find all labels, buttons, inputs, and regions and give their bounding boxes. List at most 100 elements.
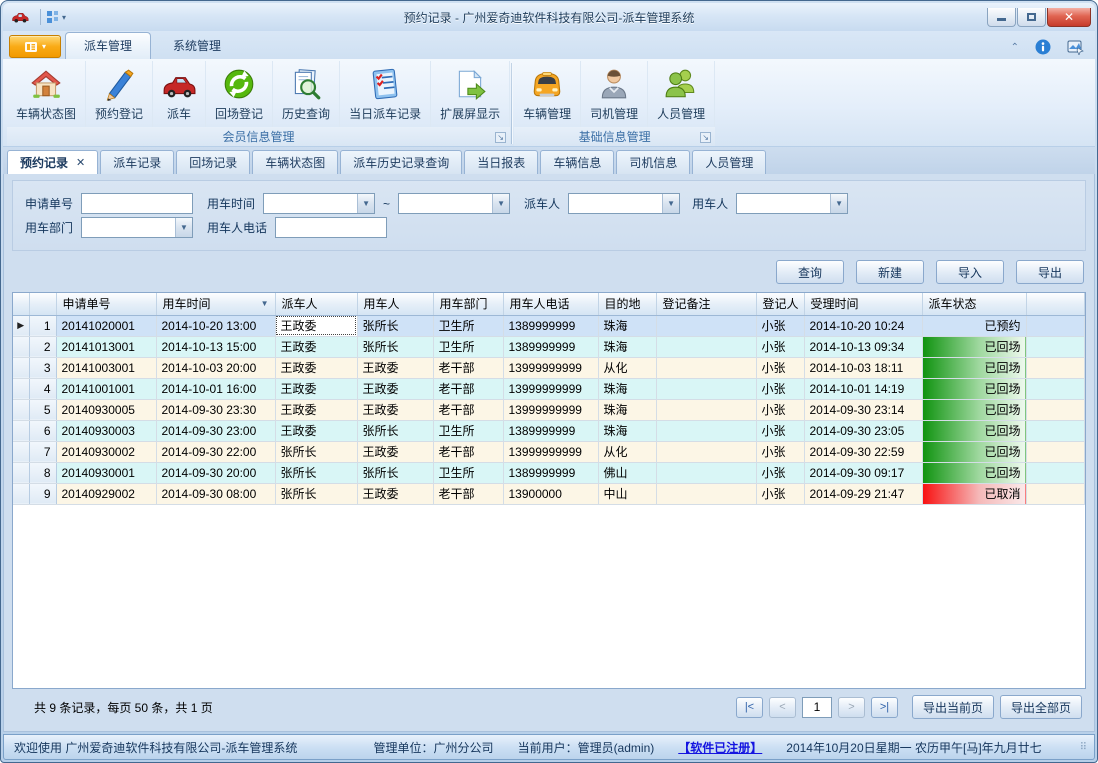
cell-user[interactable]: 张所长 [357, 462, 433, 483]
cell-remark[interactable] [656, 441, 756, 462]
cell-use-time[interactable]: 2014-09-30 23:00 [156, 420, 275, 441]
cell-phone[interactable]: 1389999999 [503, 336, 598, 357]
extended-screen-button[interactable]: 扩展屏显示 [431, 61, 510, 127]
cell-remark[interactable] [656, 420, 756, 441]
cell-order-no[interactable]: 20141001001 [56, 378, 156, 399]
cell-user[interactable]: 张所长 [357, 315, 433, 336]
cell-dept[interactable]: 卫生所 [433, 336, 503, 357]
cell-user[interactable]: 王政委 [357, 483, 433, 504]
cell-dispatcher[interactable]: 王政委 [275, 336, 357, 357]
cell-phone[interactable]: 13900000 [503, 483, 598, 504]
chevron-down-icon[interactable]: ▼ [662, 194, 679, 213]
chevron-down-icon[interactable]: ▼ [357, 194, 374, 213]
cell-dest[interactable]: 从化 [598, 357, 656, 378]
close-button[interactable]: ✕ [1047, 8, 1091, 27]
cell-user[interactable]: 张所长 [357, 420, 433, 441]
cell-registrar[interactable]: 小张 [756, 357, 804, 378]
cell-dispatcher[interactable]: 王政委 [275, 315, 357, 336]
document-tab-0[interactable]: 预约记录✕ [7, 150, 98, 174]
export-current-page-button[interactable]: 导出当前页 [912, 695, 994, 719]
cell-order-no[interactable]: 20141013001 [56, 336, 156, 357]
cell-use-time[interactable]: 2014-10-13 15:00 [156, 336, 275, 357]
return-register-button[interactable]: 回场登记 [206, 61, 273, 127]
cell-use-time[interactable]: 2014-09-30 22:00 [156, 441, 275, 462]
cell-user[interactable]: 张所长 [357, 336, 433, 357]
table-row[interactable]: 5201409300052014-09-30 23:30王政委王政委老干部139… [13, 399, 1085, 420]
cell-phone[interactable]: 1389999999 [503, 315, 598, 336]
cell-user[interactable]: 王政委 [357, 441, 433, 462]
cell-phone[interactable]: 1389999999 [503, 462, 598, 483]
cell-order-no[interactable]: 20140929002 [56, 483, 156, 504]
status-badge[interactable]: 已回场 [922, 378, 1026, 399]
cell-remark[interactable] [656, 399, 756, 420]
column-header-remark[interactable]: 登记备注 [656, 293, 756, 315]
status-badge[interactable]: 已回场 [922, 462, 1026, 483]
cell-user[interactable]: 王政委 [357, 399, 433, 420]
column-header-dispatcher[interactable]: 派车人 [275, 293, 357, 315]
cell-dept[interactable]: 老干部 [433, 378, 503, 399]
page-number-input[interactable] [802, 697, 832, 718]
cell-use-time[interactable]: 2014-09-30 20:00 [156, 462, 275, 483]
application-menu-button[interactable]: ▾ [9, 35, 61, 58]
document-tab-7[interactable]: 司机信息 [616, 150, 690, 174]
cell-order-no[interactable]: 20141020001 [56, 315, 156, 336]
status-badge[interactable]: 已预约 [922, 315, 1026, 336]
cell-dispatcher[interactable]: 王政委 [275, 378, 357, 399]
cell-order-no[interactable]: 20140930002 [56, 441, 156, 462]
new-button[interactable]: 新建 [856, 260, 924, 284]
cell-accept-time[interactable]: 2014-09-30 23:14 [804, 399, 922, 420]
minimize-button[interactable] [987, 8, 1016, 27]
chevron-down-icon[interactable]: ▼ [175, 218, 192, 237]
vehicle-manage-button[interactable]: 车辆管理 [514, 61, 581, 127]
export-button[interactable]: 导出 [1016, 260, 1084, 284]
cell-dept[interactable]: 卫生所 [433, 462, 503, 483]
export-all-pages-button[interactable]: 导出全部页 [1000, 695, 1082, 719]
table-row[interactable]: 8201409300012014-09-30 20:00张所长张所长卫生所138… [13, 462, 1085, 483]
status-badge[interactable]: 已回场 [922, 399, 1026, 420]
cell-dispatcher[interactable]: 王政委 [275, 399, 357, 420]
history-query-button[interactable]: 历史查询 [273, 61, 340, 127]
cell-use-time[interactable]: 2014-10-03 20:00 [156, 357, 275, 378]
cell-dest[interactable]: 珠海 [598, 336, 656, 357]
prev-page-button[interactable]: < [769, 697, 796, 718]
column-header-use-time[interactable]: 用车时间▼ [156, 293, 275, 315]
status-badge[interactable]: 已回场 [922, 357, 1026, 378]
dialog-launcher-icon[interactable]: ↘ [495, 132, 506, 143]
ribbon-tab-dispatch[interactable]: 派车管理 [65, 32, 151, 59]
cell-phone[interactable]: 13999999999 [503, 399, 598, 420]
query-button[interactable]: 查询 [776, 260, 844, 284]
cell-remark[interactable] [656, 336, 756, 357]
cell-dest[interactable]: 珠海 [598, 420, 656, 441]
column-header-user[interactable]: 用车人 [357, 293, 433, 315]
info-icon[interactable] [1035, 39, 1051, 55]
resize-grip[interactable]: ⠿ [1080, 742, 1088, 753]
dialog-launcher-icon[interactable]: ↘ [700, 132, 711, 143]
cell-order-no[interactable]: 20140930005 [56, 399, 156, 420]
cell-dispatcher[interactable]: 王政委 [275, 420, 357, 441]
cell-registrar[interactable]: 小张 [756, 336, 804, 357]
next-page-button[interactable]: > [838, 697, 865, 718]
cell-accept-time[interactable]: 2014-10-13 09:34 [804, 336, 922, 357]
today-dispatch-records-button[interactable]: 当日派车记录 [340, 61, 431, 127]
close-tab-icon[interactable]: ✕ [76, 156, 85, 169]
cell-dept[interactable]: 老干部 [433, 483, 503, 504]
last-page-button[interactable]: >| [871, 697, 898, 718]
import-button[interactable]: 导入 [936, 260, 1004, 284]
dispatch-button[interactable]: 派车 [153, 61, 206, 127]
document-tab-3[interactable]: 车辆状态图 [252, 150, 338, 174]
cell-dept[interactable]: 老干部 [433, 399, 503, 420]
software-registered-link[interactable]: 【软件已注册】 [678, 739, 762, 756]
cell-remark[interactable] [656, 483, 756, 504]
document-tab-6[interactable]: 车辆信息 [540, 150, 614, 174]
cell-accept-time[interactable]: 2014-09-30 22:59 [804, 441, 922, 462]
status-badge[interactable]: 已回场 [922, 420, 1026, 441]
cell-accept-time[interactable]: 2014-09-29 21:47 [804, 483, 922, 504]
cell-use-time[interactable]: 2014-10-01 16:00 [156, 378, 275, 399]
vehicle-status-map-button[interactable]: 车辆状态图 [7, 61, 86, 127]
cell-order-no[interactable]: 20141003001 [56, 357, 156, 378]
use-time-to-picker[interactable]: ▼ [398, 193, 510, 214]
cell-user[interactable]: 王政委 [357, 378, 433, 399]
cell-use-time[interactable]: 2014-09-30 23:30 [156, 399, 275, 420]
ribbon-tab-system[interactable]: 系统管理 [155, 33, 239, 59]
table-row[interactable]: 3201410030012014-10-03 20:00王政委王政委老干部139… [13, 357, 1085, 378]
